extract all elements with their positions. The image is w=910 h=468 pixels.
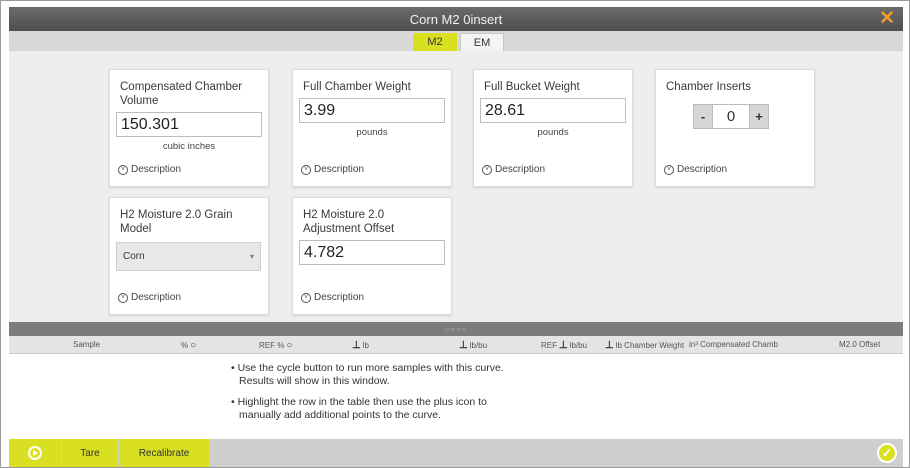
- water-drop-icon: ○: [190, 340, 197, 351]
- instruction-line: • Use the cycle button to run more sampl…: [231, 362, 504, 374]
- description-label: Description: [677, 164, 728, 175]
- drag-handle-icon[interactable]: ○○○○: [444, 325, 467, 334]
- card-adjustment-offset: H2 Moisture 2.0 Adjustment Offset 4.782 …: [292, 197, 452, 315]
- card-title: H2 Moisture 2.0 Grain Model: [120, 209, 233, 235]
- description-toggle[interactable]: ˅ Description: [664, 164, 727, 175]
- column-header-ref-test-weight[interactable]: REF ⊥ lb/bu: [541, 340, 587, 351]
- full-bucket-weight-field[interactable]: 28.61: [480, 98, 626, 123]
- description-label: Description: [314, 164, 365, 175]
- instruction-line: Results will show in this window.: [239, 375, 390, 387]
- unit-label: pounds: [537, 127, 569, 138]
- confirm-check-icon[interactable]: ✓: [877, 443, 897, 463]
- card-full-bucket-weight: Full Bucket Weight 28.61 pounds ˅ Descri…: [473, 69, 633, 187]
- grain-model-select[interactable]: Corn ▾: [116, 242, 261, 271]
- close-icon[interactable]: ✕: [879, 9, 895, 29]
- column-header-m2-offset[interactable]: M2.0 Offset: [839, 340, 880, 349]
- column-header-weight[interactable]: ⊥ lb: [352, 340, 369, 351]
- bottom-toolbar: Tare Recalibrate ✓: [9, 439, 903, 467]
- description-label: Description: [314, 292, 365, 303]
- adjustment-offset-field[interactable]: 4.782: [299, 240, 445, 265]
- tab-strip: M2 EM: [9, 31, 903, 51]
- recalibrate-button[interactable]: Recalibrate: [119, 439, 209, 467]
- chevron-down-icon: ˅: [664, 164, 674, 175]
- description-toggle[interactable]: ˅ Description: [301, 164, 364, 175]
- card-title: H2 Moisture 2.0 Adjustment Offset: [303, 209, 395, 235]
- decrement-button[interactable]: -: [693, 104, 713, 129]
- column-header-chamber-weight[interactable]: ⊥ lb Chamber Weight: [605, 340, 684, 351]
- unit-label: cubic inches: [162, 141, 216, 152]
- chevron-down-icon: ▾: [249, 252, 254, 261]
- tare-button[interactable]: Tare: [62, 439, 118, 467]
- card-compensated-chamber-volume: Compensated Chamber Volume 150.301 cubic…: [109, 69, 269, 187]
- unit-label: pounds: [356, 127, 388, 138]
- scale-icon: ⊥: [605, 340, 614, 351]
- settings-panel: Compensated Chamber Volume 150.301 cubic…: [9, 51, 903, 322]
- column-header-compensated-chamber[interactable]: in³ Compensated Chamb: [689, 340, 778, 349]
- column-header-moisture[interactable]: % ○: [181, 340, 196, 351]
- column-header-label: lb/bu: [469, 341, 488, 350]
- water-drop-icon: ○: [286, 340, 293, 351]
- card-title: Full Chamber Weight: [303, 81, 411, 93]
- instruction-line: • Highlight the row in the table then us…: [231, 396, 487, 408]
- instruction-line: manually add additional points to the cu…: [239, 409, 441, 421]
- chamber-inserts-stepper: - 0 +: [693, 104, 769, 129]
- column-header-ref-moisture[interactable]: REF % ○: [259, 340, 292, 351]
- results-table-header: Sample % ○ REF % ○ ⊥ lb ⊥ lb/bu REF ⊥ lb…: [9, 336, 903, 354]
- tab-m2[interactable]: M2: [413, 33, 457, 51]
- chevron-down-icon: ˅: [301, 292, 311, 303]
- full-chamber-weight-field[interactable]: 3.99: [299, 98, 445, 123]
- description-toggle[interactable]: ˅ Description: [118, 292, 181, 303]
- column-header-label: Sample: [73, 340, 101, 349]
- card-grain-model: H2 Moisture 2.0 Grain Model Corn ▾ ˅ Des…: [109, 197, 269, 315]
- window-title: Corn M2 0insert: [409, 11, 503, 27]
- description-toggle[interactable]: ˅ Description: [482, 164, 545, 175]
- description-toggle[interactable]: ˅ Description: [301, 292, 364, 303]
- increment-button[interactable]: +: [749, 104, 769, 129]
- column-header-label: lb Chamber Weight: [615, 341, 685, 350]
- column-header-label: %: [181, 341, 189, 350]
- card-title: Chamber Inserts: [666, 81, 752, 93]
- tab-em[interactable]: EM: [460, 33, 504, 51]
- column-header-label: REF %: [259, 341, 285, 350]
- card-title: Full Bucket Weight: [484, 81, 580, 93]
- compensated-volume-field[interactable]: 150.301: [116, 112, 262, 137]
- card-chamber-inserts: Chamber Inserts - 0 + ˅ Description: [655, 69, 815, 187]
- description-label: Description: [495, 164, 546, 175]
- card-title: Compensated Chamber Volume: [120, 81, 243, 107]
- chamber-inserts-value[interactable]: 0: [713, 104, 749, 129]
- app-window: Corn M2 0insert ✕ M2 EM Compensated Cham…: [0, 0, 910, 468]
- column-header-label: REF: [541, 341, 557, 350]
- column-header-label: M2.0 Offset: [839, 340, 881, 349]
- panel-splitter[interactable]: ○○○○: [9, 322, 903, 336]
- title-bar: Corn M2 0insert ✕: [9, 7, 903, 31]
- column-header-test-weight[interactable]: ⊥ lb/bu: [459, 340, 487, 351]
- chevron-down-icon: ˅: [301, 164, 311, 175]
- column-header-label: lb: [362, 341, 369, 350]
- scale-icon: ⊥: [559, 340, 568, 351]
- scale-icon: ⊥: [352, 340, 361, 351]
- card-full-chamber-weight: Full Chamber Weight 3.99 pounds ˅ Descri…: [292, 69, 452, 187]
- chevron-down-icon: ˅: [118, 292, 128, 303]
- description-label: Description: [131, 164, 182, 175]
- instructions-panel: • Use the cycle button to run more sampl…: [9, 354, 903, 439]
- description-toggle[interactable]: ˅ Description: [118, 164, 181, 175]
- chevron-down-icon: ˅: [118, 164, 128, 175]
- description-label: Description: [131, 292, 182, 303]
- cycle-icon: [28, 446, 42, 460]
- grain-model-selected: Corn: [123, 251, 145, 262]
- scale-icon: ⊥: [459, 340, 468, 351]
- column-header-sample[interactable]: Sample: [73, 340, 100, 349]
- column-header-label: in³ Compensated Chamb: [689, 340, 778, 349]
- column-header-unit: lb/bu: [569, 341, 588, 350]
- cycle-button[interactable]: [9, 439, 61, 467]
- chevron-down-icon: ˅: [482, 164, 492, 175]
